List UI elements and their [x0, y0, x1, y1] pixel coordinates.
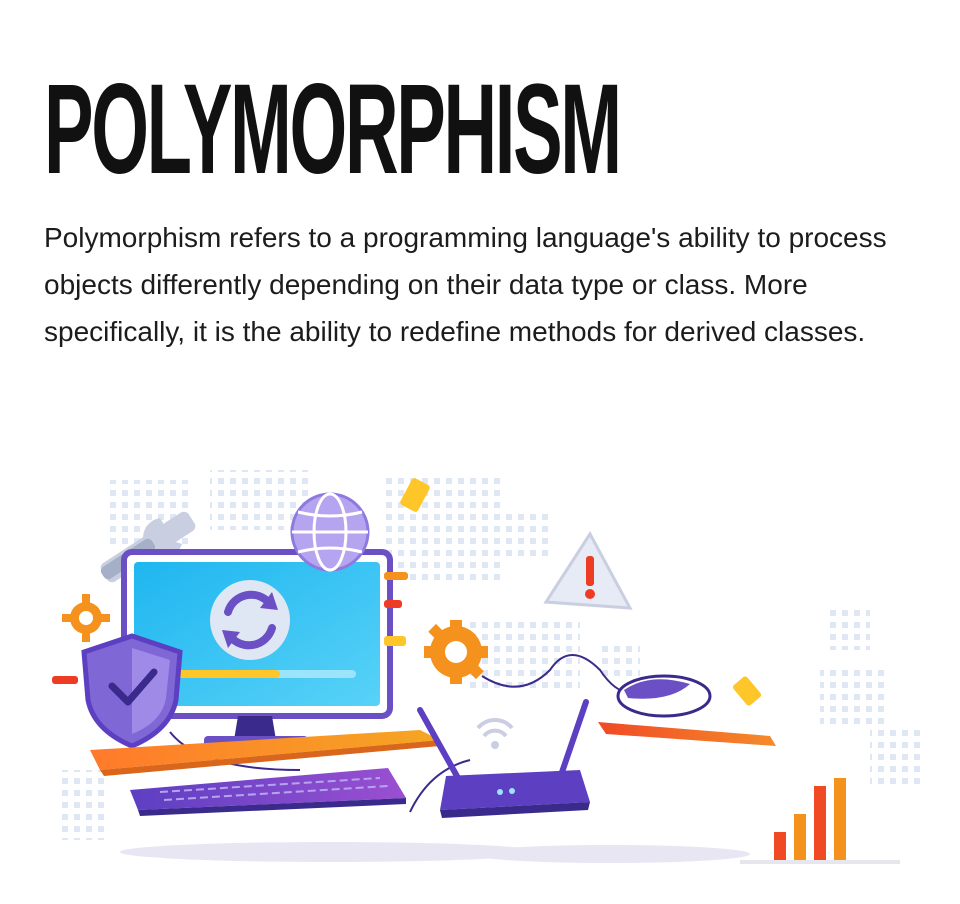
warning-icon: [543, 531, 633, 610]
bar-chart-icon: [774, 778, 846, 860]
description-text: Polymorphism refers to a programming lan…: [44, 222, 887, 347]
refresh-icon: [210, 580, 290, 660]
mouse-icon: [616, 674, 712, 718]
globe-icon: [290, 492, 370, 572]
computer-illustration: [52, 470, 920, 864]
keyboard-icon: [130, 768, 406, 816]
shield-check-icon: [81, 633, 183, 749]
page-title: POLYMORPHISM: [44, 58, 622, 201]
mouse-pad: [598, 722, 776, 746]
gear-icon: [62, 594, 110, 642]
yellow-shape: [732, 676, 762, 706]
router-icon: [417, 699, 590, 818]
